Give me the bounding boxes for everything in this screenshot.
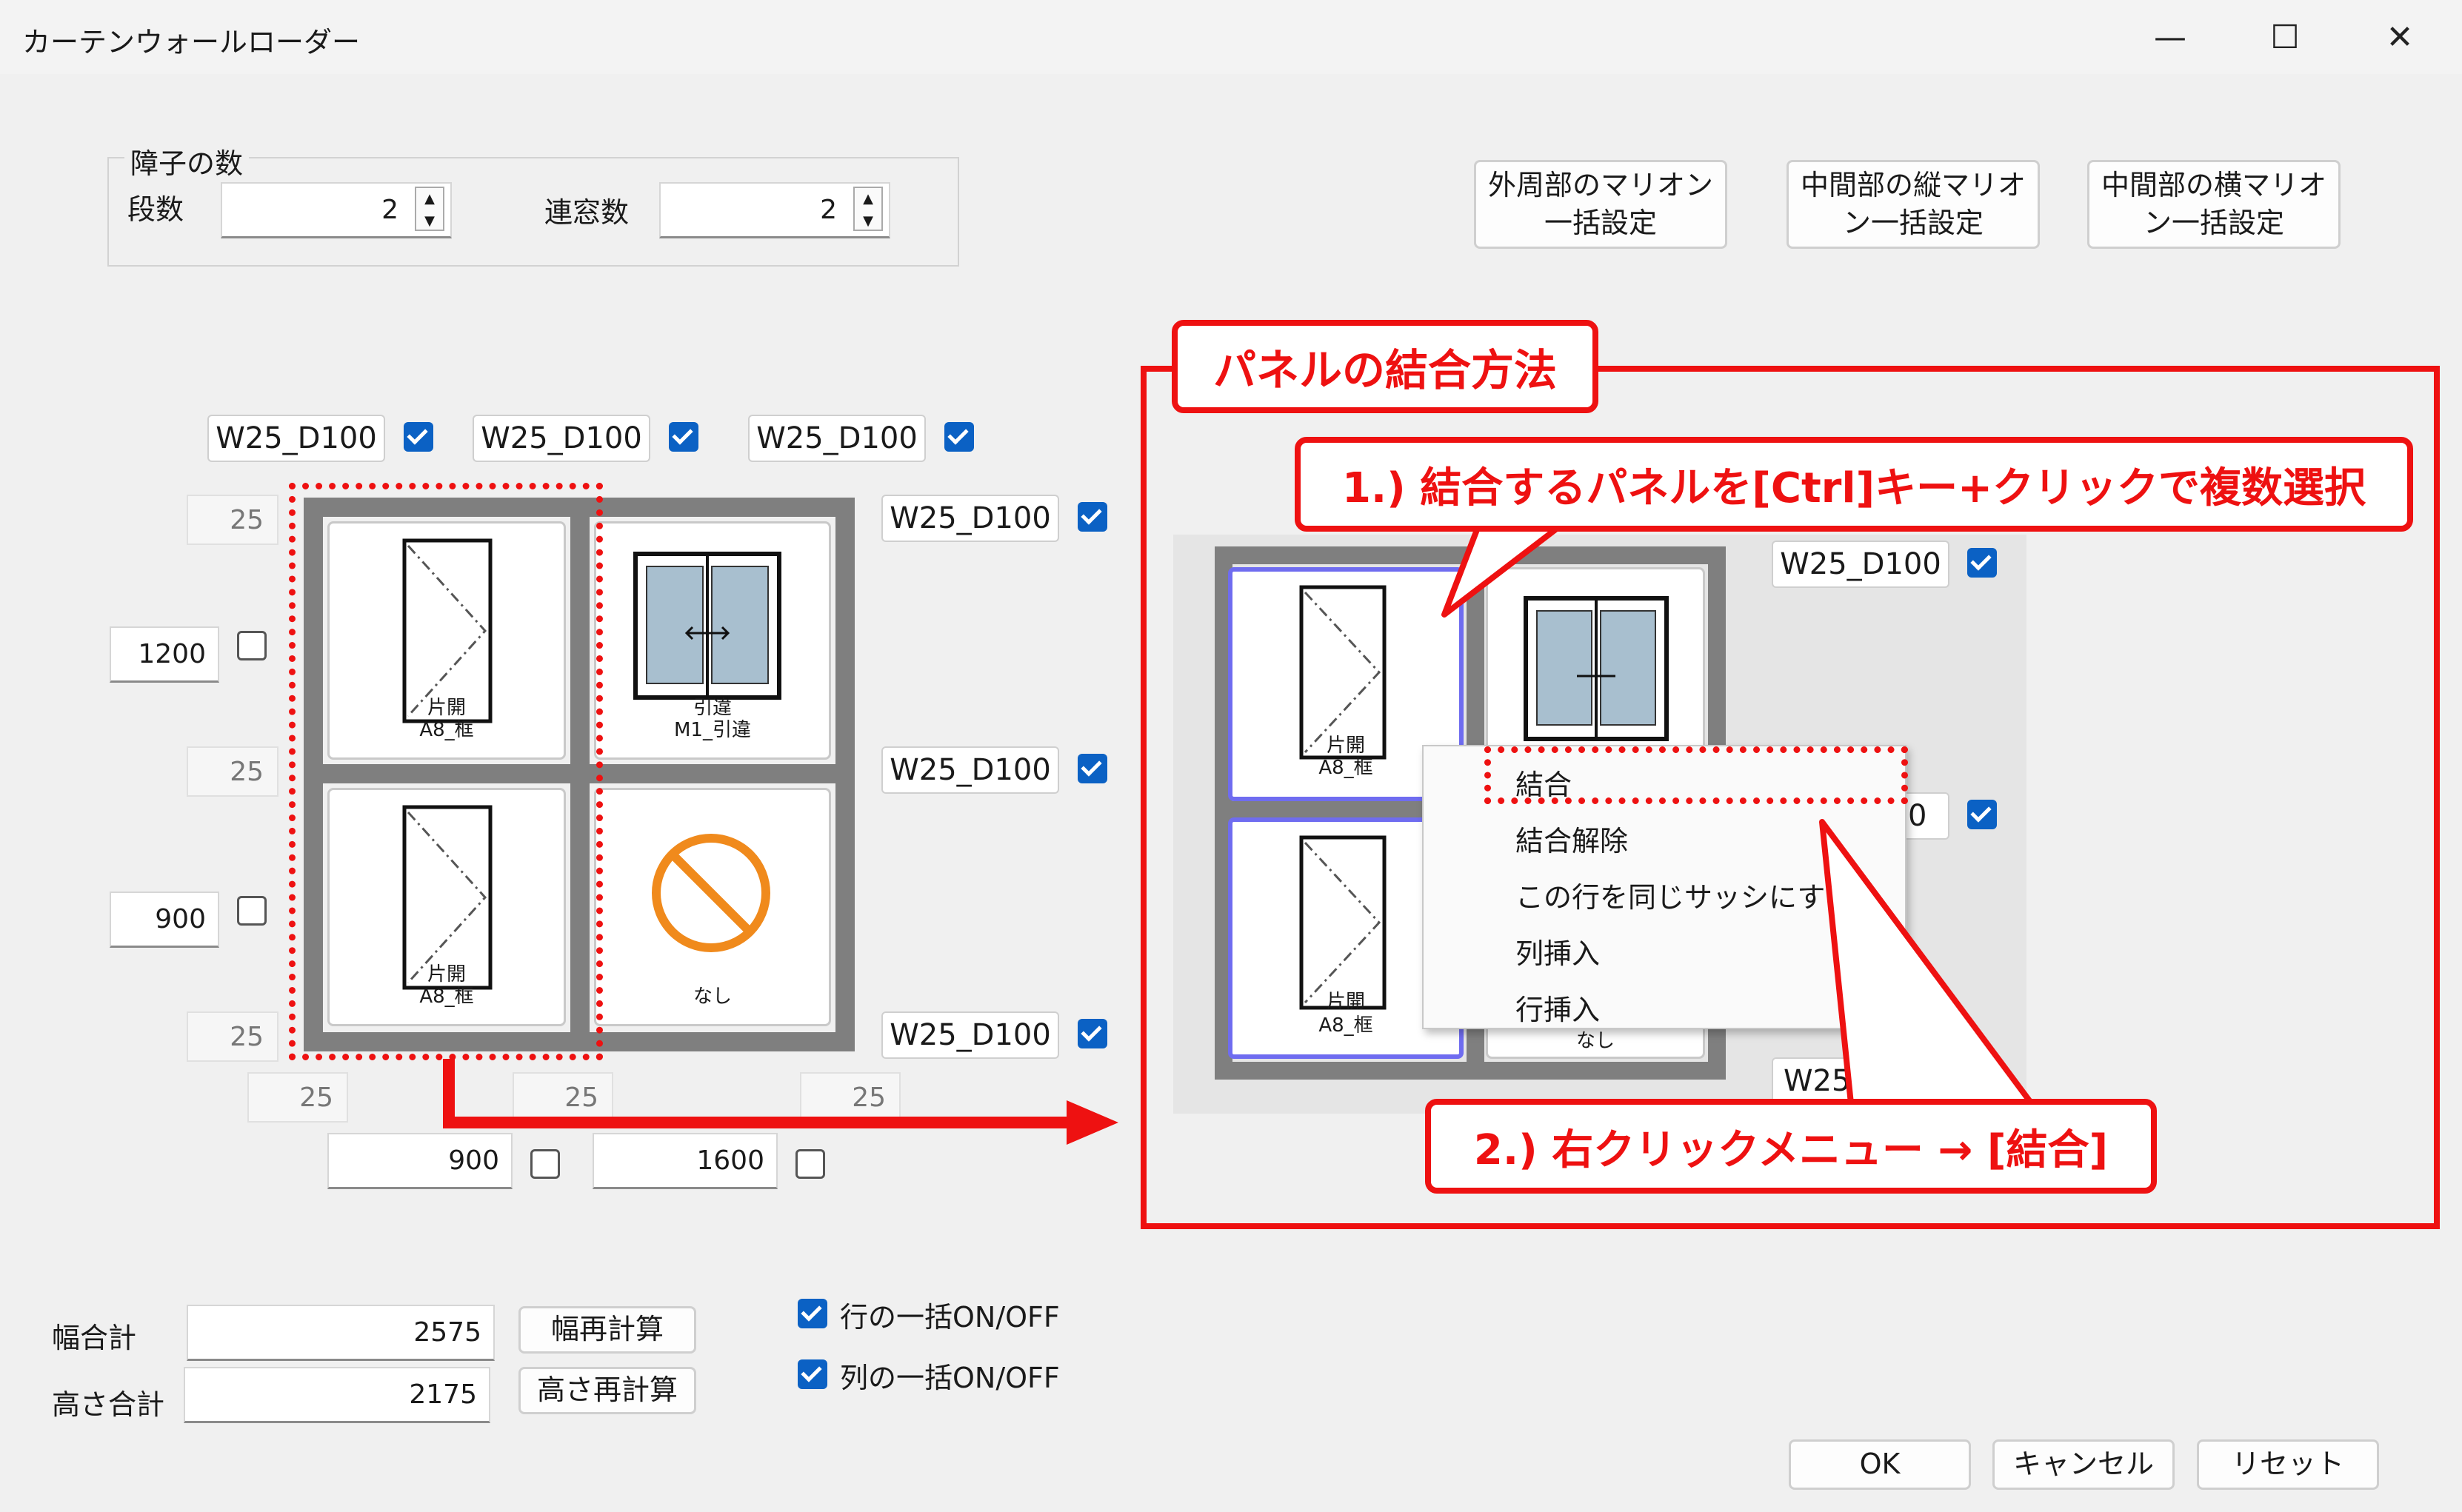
row-mullion-checkbox[interactable] xyxy=(1078,502,1107,532)
selection-outline xyxy=(289,483,603,1060)
minimize-icon: — xyxy=(2154,18,2186,56)
close-button[interactable]: ✕ xyxy=(2366,15,2433,59)
recalc-height-button[interactable]: 高さ再計算 xyxy=(518,1367,696,1414)
row-bulk-toggle-checkbox[interactable] xyxy=(798,1299,827,1328)
offset-field[interactable]: 25 xyxy=(187,495,278,545)
frame-count-label: 障子の数 xyxy=(124,141,250,181)
outer-mullion-bulk-button[interactable]: 外周部のマリオン 一括設定 xyxy=(1474,160,1727,249)
row-mullion-checkbox[interactable] xyxy=(1078,754,1107,783)
sliding-window-icon xyxy=(633,552,781,700)
offset-field[interactable]: 25 xyxy=(187,1011,278,1062)
mid-vertical-mullion-bulk-button[interactable]: 中間部の縦マリオ ン一括設定 xyxy=(1787,160,2040,249)
maximize-button[interactable]: ☐ xyxy=(2252,15,2318,59)
step2-label: 2.) 右クリックメニュー → [結合] xyxy=(1425,1099,2157,1194)
col-bulk-toggle-checkbox[interactable] xyxy=(798,1359,827,1389)
col-bulk-toggle-label: 列の一括ON/OFF xyxy=(840,1362,1060,1394)
column-mullion-checkbox[interactable] xyxy=(944,422,974,452)
column-mullion-checkbox[interactable] xyxy=(669,422,698,452)
column-width-lock-checkbox[interactable] xyxy=(795,1149,825,1179)
row-mullion-label[interactable]: W25_D100 xyxy=(881,746,1059,794)
row-mullion-checkbox[interactable] xyxy=(1078,1019,1107,1048)
mid-horizontal-mullion-bulk-button[interactable]: 中間部の横マリオ ン一括設定 xyxy=(2087,160,2341,249)
cols-label: 連窓数 xyxy=(544,196,630,229)
height-total-field[interactable]: 2175 xyxy=(184,1367,490,1423)
column-mullion-label[interactable]: W25_D100 xyxy=(473,415,650,462)
reset-button[interactable]: リセット xyxy=(2197,1439,2379,1490)
window-title: カーテンウォールローダー xyxy=(22,26,361,58)
width-total-field[interactable]: 2575 xyxy=(187,1305,495,1361)
recalc-width-button[interactable]: 幅再計算 xyxy=(518,1306,696,1354)
row-mullion-label[interactable]: W25_D100 xyxy=(881,495,1059,542)
panel-name: なし xyxy=(693,986,732,1008)
rows-spin-icon[interactable]: ▲ ▼ xyxy=(415,187,444,231)
callout-title: パネルの結合方法 xyxy=(1172,320,1598,413)
row-height-lock-checkbox[interactable] xyxy=(237,631,267,660)
panel-name: M1_引違 xyxy=(674,719,751,741)
mullion-bar[interactable] xyxy=(835,498,855,1051)
column-mullion-checkbox[interactable] xyxy=(404,422,433,452)
arrow-icon xyxy=(443,1059,1118,1145)
cancel-button[interactable]: キャンセル xyxy=(1992,1439,2175,1490)
panel-cell[interactable]: 引違 M1_引違 xyxy=(594,521,831,760)
row-height-input[interactable]: 900 xyxy=(110,892,219,948)
width-total-label: 幅合計 xyxy=(52,1322,137,1354)
example-mullion-checkbox xyxy=(1967,548,1997,578)
ok-button[interactable]: OK xyxy=(1789,1439,1971,1490)
row-height-lock-checkbox[interactable] xyxy=(237,896,267,926)
merge-highlight xyxy=(1484,746,1908,804)
maximize-icon: ☐ xyxy=(2270,18,2300,56)
row-height-input[interactable]: 1200 xyxy=(110,626,219,683)
offset-field[interactable]: 25 xyxy=(187,746,278,797)
panel-cell[interactable]: なし xyxy=(594,788,831,1026)
close-icon: ✕ xyxy=(2386,18,2414,56)
cols-spin-icon[interactable]: ▲ ▼ xyxy=(853,187,883,231)
callout-pointer xyxy=(1819,819,2040,1114)
rows-label: 段数 xyxy=(127,193,184,226)
no-entry-icon xyxy=(652,834,770,952)
step1-label: 1.) 結合するパネルを[Ctrl]キー+クリックで複数選択 xyxy=(1295,437,2413,532)
column-mullion-label[interactable]: W25_D100 xyxy=(748,415,926,462)
offset-field[interactable]: 25 xyxy=(247,1072,348,1123)
row-bulk-toggle-label: 行の一括ON/OFF xyxy=(840,1301,1060,1334)
minimize-button[interactable]: — xyxy=(2137,15,2204,59)
column-mullion-label[interactable]: W25_D100 xyxy=(207,415,385,462)
column-width-lock-checkbox[interactable] xyxy=(530,1149,560,1179)
casement-window-icon xyxy=(1299,835,1387,1010)
height-total-label: 高さ合計 xyxy=(52,1388,165,1421)
example-mullion-label: W25_D100 xyxy=(1772,541,1949,588)
title-bar xyxy=(0,0,2462,74)
